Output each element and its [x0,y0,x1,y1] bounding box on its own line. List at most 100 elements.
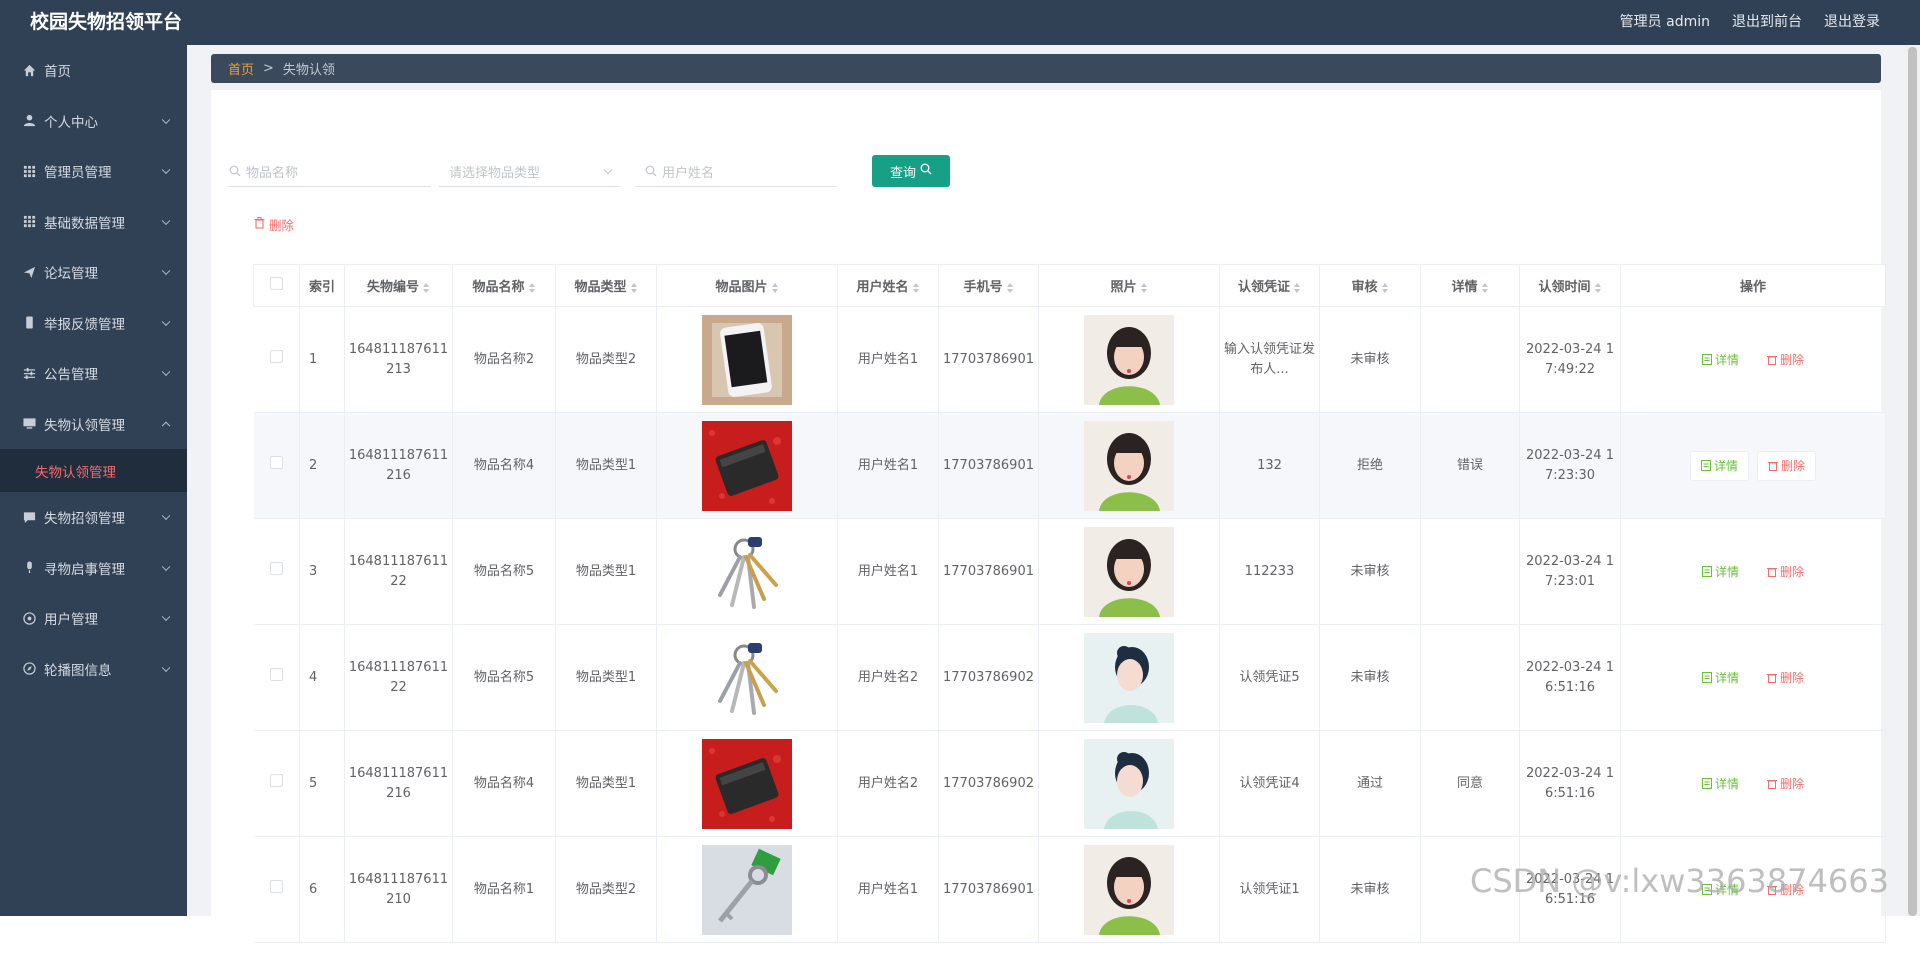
page-scrollbar[interactable] [1905,45,1920,916]
row-checkbox[interactable] [253,412,300,519]
row-detail-button[interactable]: 详情 [1692,557,1749,587]
cell-user-photo [1038,518,1220,625]
row-detail-button[interactable]: 详情 [1692,663,1749,693]
trash-icon [1767,356,1777,365]
col-proof[interactable]: 认领凭证 [1219,264,1320,307]
sidebar-item-2[interactable]: 管理员管理 [0,146,187,197]
sidebar-subitem-active[interactable]: 失物认领管理 [0,449,187,492]
cell-time: 2022-03-24 17:49:22 [1519,306,1621,413]
exit-front-link[interactable]: 退出到前台 [1732,0,1802,45]
user-photo[interactable] [1084,526,1174,617]
user-photo[interactable] [1084,632,1174,723]
item-name-input[interactable]: 物品名称 [229,156,431,187]
cell-phone: 17703786901 [938,306,1039,413]
sidebar-item-3[interactable]: 基础数据管理 [0,197,187,248]
sidebar-item-label: 首页 [44,64,71,81]
chevron-down-icon [161,562,171,571]
user-photo[interactable] [1084,844,1174,935]
cell-type: 物品类型2 [555,836,657,943]
table-row[interactable]: 2 164811187611216 物品名称4 物品类型1 用户姓名1 177037869… [253,412,1886,519]
col-code[interactable]: 失物编号 [344,264,453,307]
user-photo[interactable] [1084,420,1174,511]
col-name[interactable]: 物品名称 [452,264,556,307]
row-delete-button[interactable]: 删除 [1757,450,1817,481]
cell-code: 16481118761122 [344,624,453,731]
item-type-select[interactable]: 请选择物品类型 [439,156,619,187]
sort-icon [1294,282,1301,293]
sort-icon [1381,282,1389,293]
user-name-input[interactable]: 用户姓名 [635,156,837,187]
sidebar-item-5[interactable]: 举报反馈管理 [0,298,187,349]
table-row[interactable]: 5 164811187611216 物品名称4 物品类型1 用户姓名2 177037869… [253,730,1886,837]
sidebar-item-10[interactable]: 用户管理 [0,593,187,644]
sidebar-item-1[interactable]: 个人中心 [0,96,187,147]
table-row[interactable]: 3 16481118761122 物品名称5 物品类型1 用户姓名1 1770378690… [253,518,1886,625]
sidebar-item-9[interactable]: 寻物启事管理 [0,543,187,594]
cell-index: 6 [299,836,345,943]
row-detail-button[interactable]: 详情 [1692,769,1749,799]
main-content: 首页 > 失物认领 物品名称 请选择物品类型 用户姓名 查询 删除 索引 失物编… [187,45,1905,943]
item-image[interactable] [702,420,792,511]
col-time[interactable]: 认领时间 [1519,264,1621,307]
sidebar-item-0[interactable]: 首页 [0,45,187,96]
row-detail-button[interactable]: 详情 [1689,450,1749,481]
chat-icon [22,510,36,524]
item-image[interactable] [702,314,792,405]
col-phone[interactable]: 手机号 [938,264,1039,307]
cell-item-image [656,624,838,731]
cell-type: 物品类型1 [555,730,657,837]
query-button[interactable]: 查询 [872,155,950,187]
cell-user: 用户姓名1 [837,836,939,943]
cell-detail [1420,624,1520,731]
admin-label[interactable]: 管理员 admin [1620,0,1710,45]
document-icon [1700,460,1711,471]
watermark: CSDN @v:lxw3363874663 [1470,862,1889,900]
cell-time: 2022-03-24 16:51:16 [1519,730,1621,837]
item-image[interactable] [702,526,792,617]
batch-delete-button[interactable]: 删除 [254,215,294,234]
col-index: 索引 [299,264,345,307]
breadcrumb-home[interactable]: 首页 [228,59,254,78]
sidebar-item-8[interactable]: 失物招领管理 [0,492,187,543]
send-icon [22,265,36,279]
trash-icon [1767,780,1777,789]
item-type-placeholder: 请选择物品类型 [449,165,541,181]
row-detail-button[interactable]: 详情 [1692,345,1749,375]
row-delete-button[interactable]: 删除 [1757,557,1814,587]
select-all-checkbox[interactable] [253,264,300,307]
sidebar-item-7[interactable]: 失物认领管理 [0,399,187,450]
table-row[interactable]: 1 164811187611213 物品名称2 物品类型2 用户姓名1 177037869… [253,306,1886,413]
col-review[interactable]: 审核 [1319,264,1421,307]
cell-review: 未审核 [1319,518,1421,625]
col-detail[interactable]: 详情 [1420,264,1520,307]
row-checkbox[interactable] [253,730,300,837]
col-image[interactable]: 物品图片 [656,264,838,307]
col-type[interactable]: 物品类型 [555,264,657,307]
col-actions: 操作 [1620,264,1886,307]
cell-index: 5 [299,730,345,837]
col-user[interactable]: 用户姓名 [837,264,939,307]
user-photo[interactable] [1084,314,1174,405]
sidebar-item-11[interactable]: 轮播图信息 [0,644,187,695]
cell-user: 用户姓名1 [837,518,939,625]
user-photo[interactable] [1084,738,1174,829]
row-delete-button[interactable]: 删除 [1757,769,1814,799]
item-image[interactable] [702,738,792,829]
row-delete-button[interactable]: 删除 [1757,663,1814,693]
cell-phone: 17703786902 [938,730,1039,837]
row-checkbox[interactable] [253,624,300,731]
sidebar-item-6[interactable]: 公告管理 [0,348,187,399]
cell-name: 物品名称1 [452,836,556,943]
item-image[interactable] [702,632,792,723]
item-image[interactable] [702,844,792,935]
row-checkbox[interactable] [253,518,300,625]
cell-time: 2022-03-24 17:23:01 [1519,518,1621,625]
cell-review: 未审核 [1319,306,1421,413]
table-row[interactable]: 4 16481118761122 物品名称5 物品类型1 用户姓名2 1770378690… [253,624,1886,731]
row-checkbox[interactable] [253,306,300,413]
row-checkbox[interactable] [253,836,300,943]
logout-link[interactable]: 退出登录 [1824,0,1880,45]
col-photo[interactable]: 照片 [1038,264,1220,307]
sidebar-item-4[interactable]: 论坛管理 [0,247,187,298]
row-delete-button[interactable]: 删除 [1757,345,1814,375]
